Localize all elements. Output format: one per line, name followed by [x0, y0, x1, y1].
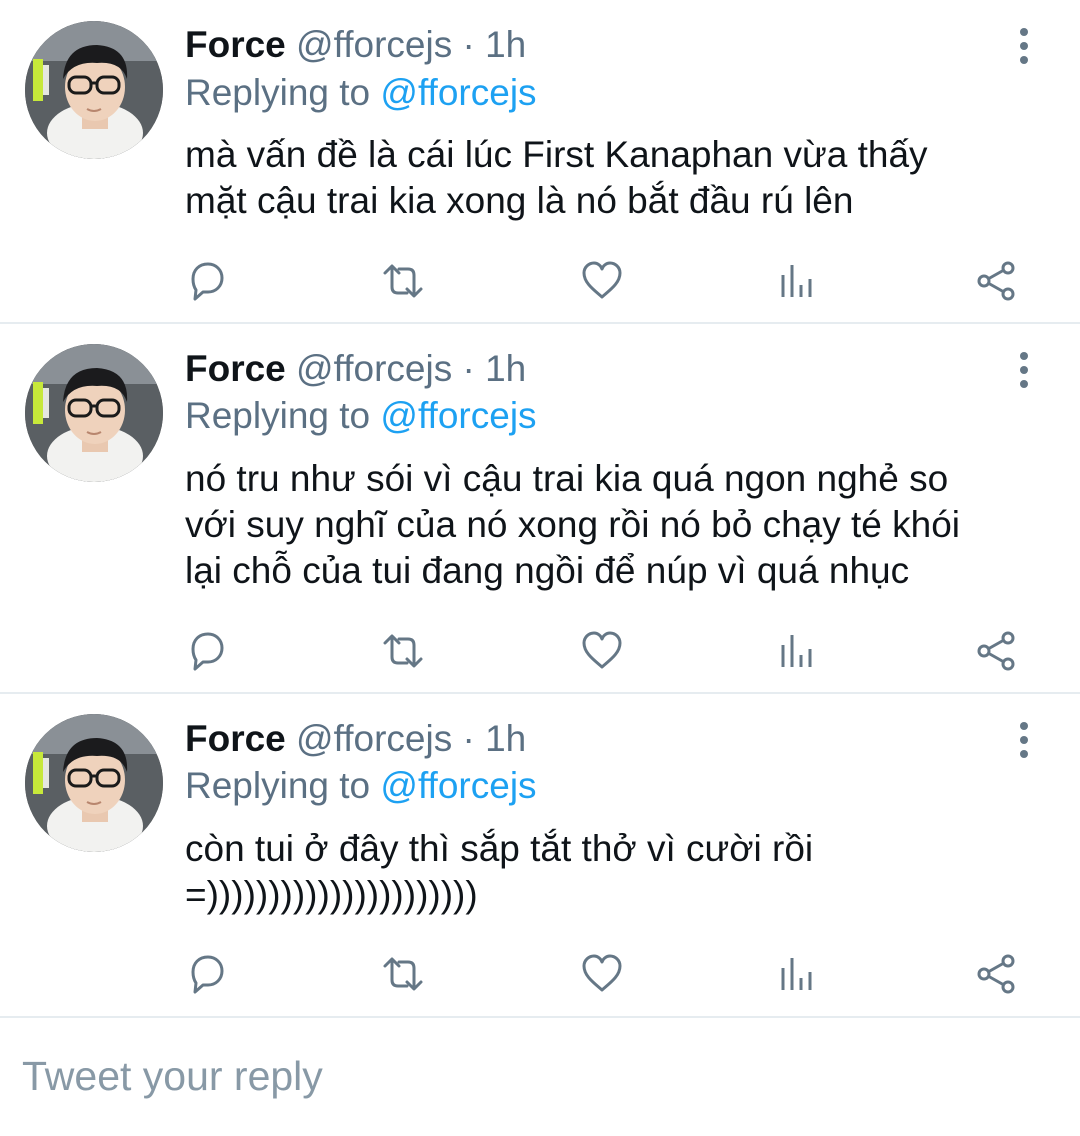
analytics-icon — [781, 635, 812, 667]
timestamp[interactable]: 1h — [485, 348, 526, 389]
more-options-button[interactable] — [1006, 350, 1042, 390]
replying-to-label: Replying to — [185, 72, 371, 113]
more-vertical-icon — [1020, 722, 1028, 758]
tweet-header: Force @fforcejs · 1h — [185, 346, 526, 392]
timestamp[interactable]: 1h — [485, 718, 526, 759]
more-options-button[interactable] — [1006, 720, 1042, 760]
display-name[interactable]: Force — [185, 348, 286, 389]
share-button[interactable] — [975, 952, 1019, 996]
tweet-text-line: =)))))))))))))))))))))) — [185, 874, 478, 915]
analytics-button[interactable] — [777, 259, 821, 303]
reply-icon — [191, 632, 224, 671]
display-name[interactable]: Force — [185, 24, 286, 65]
more-vertical-icon — [1020, 28, 1028, 64]
replying-to: Replying to @fforcejs — [185, 70, 537, 116]
share-icon — [977, 631, 1015, 671]
tweet-text-line: mặt cậu trai kia xong là nó bắt đầu rú l… — [185, 180, 854, 221]
reply-button[interactable] — [185, 952, 229, 996]
analytics-icon — [781, 958, 812, 990]
avatar[interactable] — [25, 714, 163, 852]
replying-to-link[interactable]: @fforcejs — [380, 765, 536, 806]
heart-icon — [582, 631, 622, 669]
reply-button[interactable] — [185, 259, 229, 303]
tweet-text: còn tui ở đây thì sắp tắt thở vì cười rồ… — [185, 826, 1045, 918]
action-bar — [185, 259, 1035, 303]
share-icon — [977, 954, 1015, 994]
retweet-icon — [383, 957, 423, 991]
tweet-header: Force @fforcejs · 1h — [185, 716, 526, 762]
separator-dot: · — [462, 348, 475, 389]
reply-composer — [0, 1018, 1080, 1136]
replying-to: Replying to @fforcejs — [185, 763, 537, 809]
retweet-button[interactable] — [381, 259, 425, 303]
like-button[interactable] — [580, 629, 624, 673]
analytics-button[interactable] — [777, 629, 821, 673]
tweet-text-line: nó tru như sói vì cậu trai kia quá ngon … — [185, 458, 949, 499]
heart-icon — [582, 261, 622, 299]
like-button[interactable] — [580, 259, 624, 303]
action-bar — [185, 629, 1035, 673]
replying-to: Replying to @fforcejs — [185, 393, 537, 439]
analytics-button[interactable] — [777, 952, 821, 996]
tweet-text-line: mà vấn đề là cái lúc First Kanaphan vừa … — [185, 134, 928, 175]
replying-to-link[interactable]: @fforcejs — [380, 395, 536, 436]
action-bar — [185, 952, 1035, 996]
tweet-text-line: còn tui ở đây thì sắp tắt thở vì cười rồ… — [185, 828, 814, 869]
heart-icon — [582, 954, 622, 992]
tweet-text: mà vấn đề là cái lúc First Kanaphan vừa … — [185, 132, 1045, 224]
analytics-icon — [781, 265, 812, 297]
share-icon — [977, 261, 1015, 301]
more-vertical-icon — [1020, 352, 1028, 388]
retweet-icon — [383, 264, 423, 298]
user-handle[interactable]: @fforcejs — [296, 24, 452, 65]
tweet-text-line: lại chỗ của tui đang ngồi để núp vì quá … — [185, 550, 910, 591]
user-handle[interactable]: @fforcejs — [296, 348, 452, 389]
avatar[interactable] — [25, 344, 163, 482]
retweet-button[interactable] — [381, 952, 425, 996]
more-options-button[interactable] — [1006, 26, 1042, 66]
replying-to-link[interactable]: @fforcejs — [380, 72, 536, 113]
tweet-header: Force @fforcejs · 1h — [185, 22, 526, 68]
user-handle[interactable]: @fforcejs — [296, 718, 452, 759]
tweet-text-line: với suy nghĩ của nó xong rồi nó bỏ chạy … — [185, 504, 961, 545]
tweet[interactable]: Force @fforcejs · 1h Replying to @fforce… — [0, 694, 1080, 1018]
reply-input[interactable] — [22, 1048, 1022, 1104]
replying-to-label: Replying to — [185, 395, 371, 436]
timestamp[interactable]: 1h — [485, 24, 526, 65]
tweet[interactable]: Force @fforcejs · 1h Replying to @fforce… — [0, 0, 1080, 324]
reply-icon — [191, 262, 224, 301]
reply-icon — [191, 955, 224, 994]
tweet-text: nó tru như sói vì cậu trai kia quá ngon … — [185, 456, 1045, 594]
avatar[interactable] — [25, 21, 163, 159]
share-button[interactable] — [975, 629, 1019, 673]
retweet-button[interactable] — [381, 629, 425, 673]
like-button[interactable] — [580, 952, 624, 996]
display-name[interactable]: Force — [185, 718, 286, 759]
separator-dot: · — [462, 718, 475, 759]
retweet-icon — [383, 634, 423, 668]
separator-dot: · — [462, 24, 475, 65]
reply-button[interactable] — [185, 629, 229, 673]
share-button[interactable] — [975, 259, 1019, 303]
replying-to-label: Replying to — [185, 765, 371, 806]
tweet[interactable]: Force @fforcejs · 1h Replying to @fforce… — [0, 324, 1080, 694]
